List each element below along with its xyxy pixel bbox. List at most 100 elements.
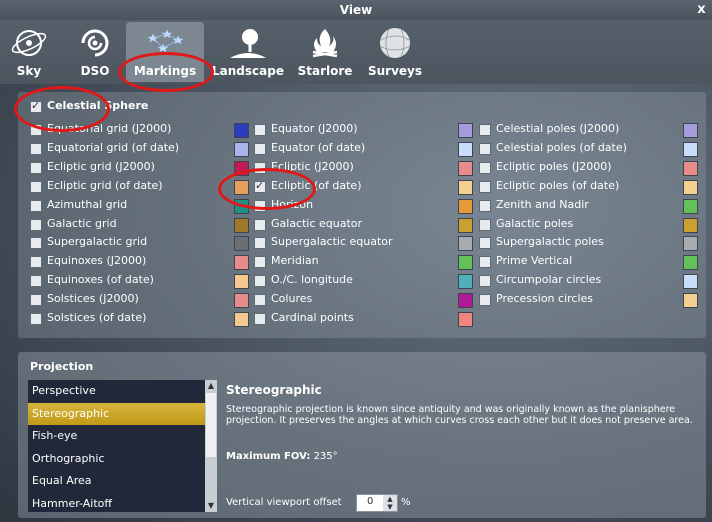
- marking-label[interactable]: Ecliptic grid (J2000): [47, 160, 155, 173]
- color-swatch-button[interactable]: [683, 293, 698, 309]
- color-swatch-button[interactable]: [683, 217, 698, 233]
- marking-checkbox[interactable]: [254, 218, 266, 231]
- color-swatch-button[interactable]: [683, 255, 698, 271]
- marking-label[interactable]: Cardinal points: [271, 311, 354, 324]
- color-swatch-button[interactable]: [234, 293, 249, 309]
- color-swatch-button[interactable]: [234, 312, 249, 327]
- marking-checkbox[interactable]: [479, 256, 491, 269]
- marking-checkbox[interactable]: [479, 237, 491, 250]
- projection-list-item[interactable]: Perspective: [28, 380, 206, 403]
- marking-checkbox[interactable]: [30, 275, 42, 288]
- projection-scrollbar[interactable]: ▲ ▼: [205, 380, 217, 512]
- projection-list[interactable]: Perspective Stereographic Fish-eye Orthogra…: [28, 380, 206, 512]
- marking-checkbox[interactable]: [254, 237, 266, 250]
- marking-label[interactable]: Zenith and Nadir: [496, 198, 589, 211]
- marking-checkbox[interactable]: [479, 180, 491, 193]
- color-swatch-button[interactable]: [458, 274, 473, 290]
- marking-label[interactable]: Celestial poles (of date): [496, 141, 627, 154]
- marking-label[interactable]: Equinoxes (of date): [47, 273, 154, 286]
- color-swatch-button[interactable]: [683, 236, 698, 252]
- marking-checkbox[interactable]: [30, 256, 42, 269]
- marking-label[interactable]: Equator (J2000): [271, 122, 358, 135]
- projection-list-item[interactable]: Fish-eye: [28, 425, 206, 448]
- color-swatch-button[interactable]: [234, 123, 249, 138]
- color-swatch-button[interactable]: [234, 236, 249, 252]
- marking-label[interactable]: Equinoxes (J2000): [47, 254, 146, 267]
- tab-starlore[interactable]: Starlore: [294, 22, 356, 82]
- marking-checkbox[interactable]: [479, 294, 491, 307]
- projection-list-item[interactable]: Hammer-Aitoff: [28, 493, 206, 513]
- scroll-up-icon[interactable]: ▲: [205, 380, 217, 392]
- marking-label[interactable]: Solstices (J2000): [47, 292, 139, 305]
- marking-checkbox[interactable]: [30, 237, 42, 250]
- marking-checkbox[interactable]: [254, 256, 266, 269]
- marking-label[interactable]: Ecliptic poles (J2000): [496, 160, 612, 173]
- projection-list-item[interactable]: Equal Area: [28, 470, 206, 493]
- color-swatch-button[interactable]: [458, 160, 473, 176]
- marking-label[interactable]: Solstices (of date): [47, 311, 146, 324]
- color-swatch-button[interactable]: [683, 141, 698, 157]
- color-swatch-button[interactable]: [683, 198, 698, 214]
- color-swatch-button[interactable]: [683, 123, 698, 138]
- marking-checkbox[interactable]: [30, 142, 42, 155]
- color-swatch-button[interactable]: [458, 179, 473, 195]
- color-swatch-button[interactable]: [458, 123, 473, 138]
- marking-checkbox[interactable]: [30, 161, 42, 174]
- marking-label[interactable]: Precession circles: [496, 292, 593, 305]
- projection-list-item[interactable]: Orthographic: [28, 448, 206, 471]
- marking-label[interactable]: Azimuthal grid: [47, 198, 127, 211]
- marking-checkbox[interactable]: [254, 313, 266, 325]
- marking-checkbox[interactable]: [479, 275, 491, 288]
- marking-label[interactable]: Supergalactic grid: [47, 235, 147, 248]
- viewport-offset-stepper[interactable]: 0 ▲ ▼: [356, 494, 398, 512]
- marking-label[interactable]: Prime Vertical: [496, 254, 572, 267]
- color-swatch-button[interactable]: [458, 255, 473, 271]
- marking-checkbox[interactable]: [479, 161, 491, 174]
- marking-label[interactable]: Colures: [271, 292, 312, 305]
- marking-label[interactable]: Galactic grid: [47, 217, 117, 230]
- color-swatch-button[interactable]: [234, 217, 249, 233]
- tab-landscape[interactable]: Landscape: [212, 22, 284, 82]
- color-swatch-button[interactable]: [683, 274, 698, 290]
- marking-label[interactable]: Ecliptic grid (of date): [47, 179, 163, 192]
- marking-label[interactable]: Equatorial grid (of date): [47, 141, 179, 154]
- marking-checkbox[interactable]: [479, 199, 491, 212]
- marking-checkbox[interactable]: [30, 180, 42, 193]
- marking-label[interactable]: Supergalactic poles: [496, 235, 604, 248]
- scroll-down-icon[interactable]: ▼: [205, 500, 217, 512]
- scroll-thumb[interactable]: [206, 393, 216, 457]
- marking-checkbox[interactable]: [30, 313, 42, 325]
- marking-label[interactable]: O./C. longitude: [271, 273, 353, 286]
- marking-label[interactable]: Supergalactic equator: [271, 235, 393, 248]
- marking-checkbox[interactable]: [254, 142, 266, 155]
- color-swatch-button[interactable]: [458, 141, 473, 157]
- color-swatch-button[interactable]: [458, 293, 473, 309]
- marking-checkbox[interactable]: [30, 218, 42, 231]
- tab-dso[interactable]: DSO: [72, 22, 118, 82]
- marking-checkbox[interactable]: [254, 294, 266, 307]
- marking-checkbox[interactable]: [479, 124, 491, 136]
- tab-surveys[interactable]: Surveys: [364, 22, 426, 82]
- color-swatch-button[interactable]: [234, 255, 249, 271]
- marking-label[interactable]: Celestial poles (J2000): [496, 122, 619, 135]
- marking-label[interactable]: Galactic poles: [496, 217, 573, 230]
- color-swatch-button[interactable]: [683, 160, 698, 176]
- tab-sky[interactable]: Sky: [6, 22, 52, 82]
- color-swatch-button[interactable]: [458, 198, 473, 214]
- color-swatch-button[interactable]: [234, 274, 249, 290]
- color-swatch-button[interactable]: [458, 217, 473, 233]
- marking-label[interactable]: Equator (of date): [271, 141, 365, 154]
- color-swatch-button[interactable]: [234, 141, 249, 157]
- marking-label[interactable]: Circumpolar circles: [496, 273, 601, 286]
- stepper-arrows-icon[interactable]: ▲ ▼: [383, 495, 397, 511]
- marking-label[interactable]: Ecliptic poles (of date): [496, 179, 619, 192]
- viewport-offset-value[interactable]: 0: [367, 496, 373, 507]
- close-icon[interactable]: x: [695, 3, 708, 16]
- color-swatch-button[interactable]: [458, 236, 473, 252]
- color-swatch-button[interactable]: [458, 312, 473, 327]
- marking-checkbox[interactable]: [30, 199, 42, 212]
- marking-checkbox[interactable]: [254, 275, 266, 288]
- marking-checkbox[interactable]: [479, 142, 491, 155]
- marking-checkbox[interactable]: [479, 218, 491, 231]
- marking-checkbox[interactable]: [254, 124, 266, 136]
